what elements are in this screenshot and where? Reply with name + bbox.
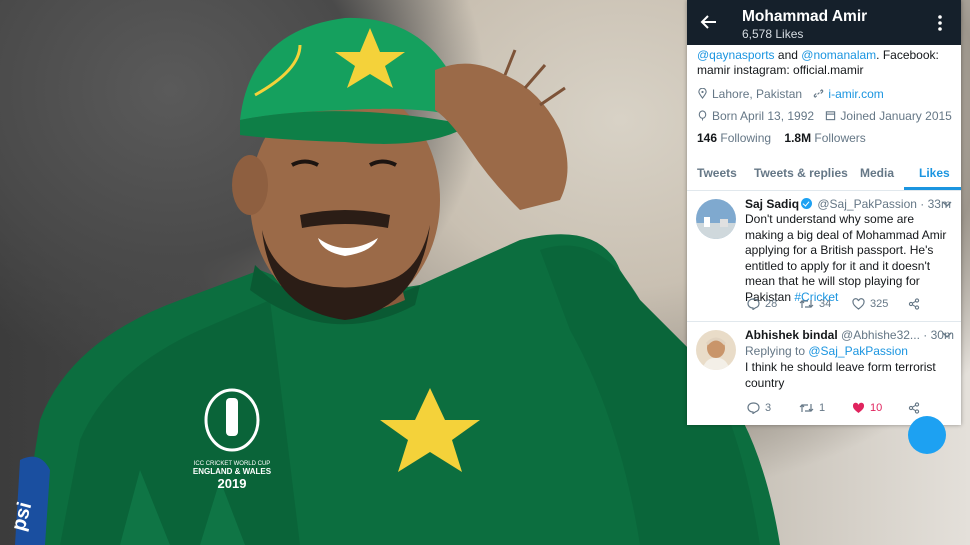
bio-text-line2: mamir instagram: official.mamir <box>697 63 864 77</box>
reply-button[interactable]: 28 <box>747 298 778 311</box>
tweet-item[interactable]: Abhishek bindal @Abhishe32... · 30m Repl… <box>687 322 961 425</box>
like-count: 325 <box>870 298 889 310</box>
balloon-icon <box>698 110 707 121</box>
share-button[interactable] <box>908 298 925 310</box>
profile-bio: @qaynasports and @nomanalam. Facebook: m… <box>697 48 955 78</box>
followers-link[interactable]: 1.8M Followers <box>784 131 865 145</box>
location-pin-icon <box>698 87 707 100</box>
back-arrow-icon[interactable] <box>699 12 719 32</box>
calendar-icon <box>826 111 836 121</box>
tweet-header: Abhishek bindal @Abhishe32... · 30m <box>745 328 954 342</box>
replying-to-handle[interactable]: @Saj_PakPassion <box>808 344 908 358</box>
share-icon <box>908 298 920 310</box>
chevron-down-icon[interactable] <box>942 331 952 339</box>
tweet-author-name[interactable]: Saj Sadiq <box>745 197 799 211</box>
avatar[interactable] <box>696 199 736 239</box>
more-options-icon[interactable] <box>935 14 945 32</box>
following-label: Following <box>717 131 772 145</box>
bio-mention-nomanalam[interactable]: @nomanalam <box>801 48 876 62</box>
profile-meta-dates-row: Born April 13, 1992 Joined January 2015 <box>697 108 952 123</box>
verified-badge-icon <box>801 198 813 209</box>
tweet-text: I think he should leave form terrorist c… <box>745 360 936 390</box>
tweet-header: Saj Sadiq @Saj_PakPassion · 33m <box>745 197 951 211</box>
reply-icon <box>747 402 760 415</box>
bio-and-text: and <box>774 48 802 62</box>
retweet-button[interactable]: 1 <box>799 402 825 414</box>
profile-name: Mohammad Amir <box>742 8 868 25</box>
compose-tweet-button[interactable] <box>908 416 946 454</box>
like-button[interactable]: 325 <box>852 298 888 310</box>
tweet-author-handle: @Abhishe32... · 30m <box>841 328 954 342</box>
retweet-count: 34 <box>819 298 832 310</box>
tweet-author-handle: @Saj_PakPassion · 33m <box>817 197 951 211</box>
reply-icon <box>747 298 760 311</box>
chevron-down-icon[interactable] <box>942 200 952 208</box>
bio-mention-qaynasports[interactable]: @qaynasports <box>697 48 775 62</box>
twitter-profile-panel: Mohammad Amir 6,578 Likes @qaynasports a… <box>687 0 961 425</box>
share-button[interactable] <box>908 402 925 414</box>
following-count: 146 <box>697 131 718 145</box>
profile-follow-stats: 146 Following 1.8M Followers <box>697 131 866 145</box>
followers-count: 1.8M <box>784 131 812 145</box>
tab-likes[interactable]: Likes <box>919 166 950 180</box>
retweet-icon <box>799 300 814 309</box>
tweet-text: Don't understand why some are making a b… <box>745 212 953 306</box>
retweet-count: 1 <box>819 402 826 414</box>
tweet-body: Don't understand why some are making a b… <box>745 212 947 304</box>
profile-joined-date: Joined January 2015 <box>840 108 952 123</box>
bio-text: . Facebook: <box>876 48 939 62</box>
tweet-author-name[interactable]: Abhishek bindal <box>745 328 838 342</box>
jersey-year: 2019 <box>218 476 247 491</box>
avatar[interactable] <box>696 330 736 370</box>
profile-location: Lahore, Pakistan <box>712 86 803 101</box>
heart-icon <box>852 298 865 310</box>
jersey-text-2: ENGLAND & WALES <box>193 467 272 476</box>
heart-filled-icon <box>852 402 865 414</box>
profile-website-link[interactable]: i-amir.com <box>828 87 883 101</box>
profile-birthdate: Born April 13, 1992 <box>712 108 815 123</box>
like-count: 10 <box>870 402 883 414</box>
active-tab-indicator <box>904 187 961 190</box>
retweet-button[interactable]: 34 <box>799 298 831 310</box>
profile-meta-location-row: Lahore, Pakistan i-amir.com <box>697 86 884 101</box>
replying-to-label: Replying to <box>745 344 809 358</box>
share-icon <box>908 402 920 414</box>
tweet-item[interactable]: Saj Sadiq @Saj_PakPassion · 33m Don't un… <box>687 191 961 322</box>
reply-button[interactable]: 3 <box>747 402 772 415</box>
following-link[interactable]: 146 Following <box>697 131 771 145</box>
tab-tweets-and-replies[interactable]: Tweets & replies <box>754 166 848 180</box>
link-icon <box>814 89 824 99</box>
retweet-icon <box>799 404 814 413</box>
followers-label: Followers <box>811 131 866 145</box>
tab-media[interactable]: Media <box>860 166 894 180</box>
reply-count: 3 <box>765 402 772 414</box>
profile-header-bar: Mohammad Amir 6,578 Likes <box>687 0 961 45</box>
like-button[interactable]: 10 <box>852 402 882 414</box>
reply-count: 28 <box>765 298 778 310</box>
tab-tweets[interactable]: Tweets <box>697 166 737 180</box>
replying-to: Replying to @Saj_PakPassion <box>745 344 908 358</box>
profile-likes-count: 6,578 Likes <box>742 27 804 41</box>
